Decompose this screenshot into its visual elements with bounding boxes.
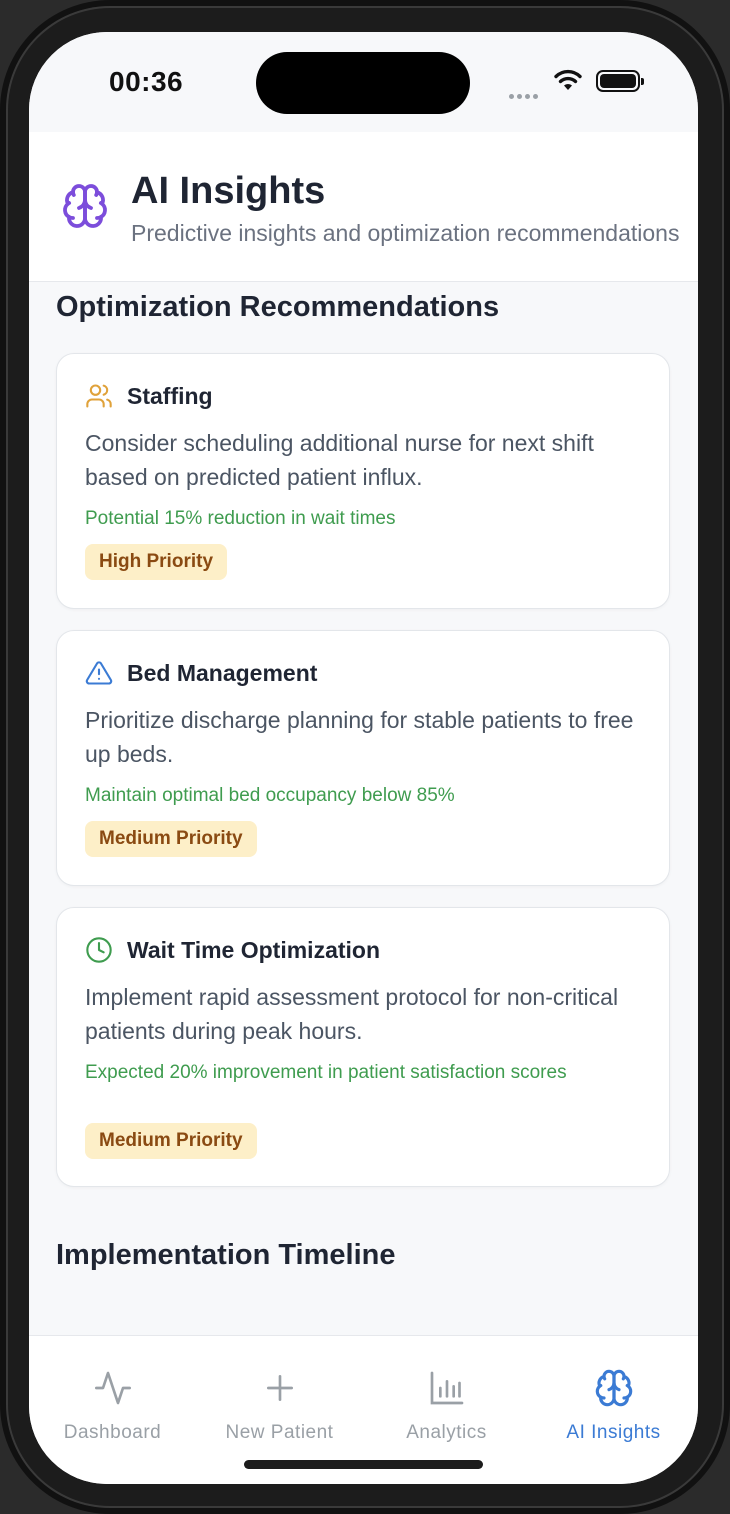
- status-bar: 00:36: [29, 32, 698, 132]
- tab-dashboard[interactable]: Dashboard: [29, 1336, 196, 1446]
- card-title: Bed Management: [127, 659, 318, 686]
- tab-label: Analytics: [406, 1422, 487, 1443]
- brain-icon: [594, 1368, 634, 1408]
- status-time: 00:36: [109, 66, 184, 97]
- card-title: Staffing: [127, 382, 213, 409]
- recommendation-card-bed-management[interactable]: Bed Management Prioritize discharge plan…: [56, 630, 670, 886]
- card-impact: Expected 20% improvement in patient sati…: [85, 1062, 567, 1083]
- plus-icon: [260, 1368, 300, 1408]
- brain-icon: [61, 182, 109, 235]
- priority-badge: Medium Priority: [85, 821, 257, 857]
- tab-label: Dashboard: [63, 1422, 162, 1443]
- dynamic-island: [256, 52, 470, 114]
- phone-frame: 00:36 AI Insights Predictive insights an…: [0, 0, 730, 1514]
- activity-icon: [93, 1368, 133, 1408]
- card-impact: Maintain optimal bed occupancy below 85%: [85, 785, 455, 806]
- home-indicator[interactable]: [244, 1460, 483, 1469]
- card-description: Prioritize discharge planning for stable…: [85, 707, 634, 767]
- card-impact: Potential 15% reduction in wait times: [85, 508, 396, 529]
- recommendation-card-wait-time[interactable]: Wait Time Optimization Implement rapid a…: [56, 907, 670, 1187]
- card-description: Implement rapid assessment protocol for …: [85, 984, 619, 1044]
- tab-label: New Patient: [225, 1422, 334, 1443]
- battery-icon: [596, 70, 644, 92]
- clock-icon: [85, 936, 113, 964]
- recommendation-card-staffing[interactable]: Staffing Consider scheduling additional …: [56, 353, 670, 609]
- page-title: AI Insights: [131, 170, 326, 212]
- bar-chart-icon: [427, 1368, 467, 1408]
- card-title: Wait Time Optimization: [127, 936, 381, 963]
- scroll-content[interactable]: Optimization Recommendations Staffing Co…: [29, 283, 698, 1335]
- section-title-recommendations: Optimization Recommendations: [56, 291, 500, 323]
- cellular-signal-icon: [509, 86, 541, 104]
- section-title-timeline: Implementation Timeline: [56, 1239, 396, 1271]
- card-description: Consider scheduling additional nurse for…: [85, 430, 594, 490]
- tab-new-patient[interactable]: New Patient: [196, 1336, 363, 1446]
- priority-badge: High Priority: [85, 544, 228, 580]
- page-subtitle: Predictive insights and optimization rec…: [131, 220, 680, 246]
- alert-triangle-icon: [85, 659, 113, 687]
- priority-badge: Medium Priority: [85, 1123, 257, 1159]
- tab-ai-insights[interactable]: AI Insights: [530, 1336, 697, 1446]
- tab-label: AI Insights: [566, 1422, 661, 1443]
- screen: 00:36 AI Insights Predictive insights an…: [29, 32, 698, 1484]
- wifi-icon: [553, 68, 583, 97]
- tab-analytics[interactable]: Analytics: [363, 1336, 530, 1446]
- page-header: AI Insights Predictive insights and opti…: [29, 132, 698, 282]
- users-icon: [85, 382, 113, 410]
